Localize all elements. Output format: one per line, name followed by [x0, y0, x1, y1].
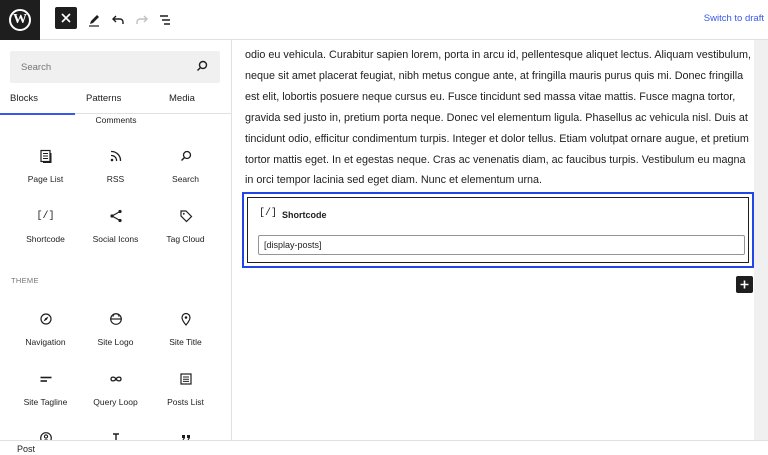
posts-list-icon [179, 373, 192, 385]
pencil-icon [89, 15, 99, 27]
close-inserter-button[interactable] [55, 7, 77, 29]
user-circle-icon [39, 432, 52, 440]
tab-media[interactable]: Media [169, 93, 195, 104]
block-item-label: Tag Cloud [166, 234, 205, 244]
theme-section-heading: THEME [11, 276, 39, 285]
block-item-label: Navigation [25, 337, 66, 347]
block-item-page-list[interactable]: Page List [7, 141, 84, 195]
close-icon [61, 13, 71, 23]
block-item-navigation[interactable]: Navigation [7, 304, 84, 358]
site-logo-icon [109, 313, 122, 325]
tab-patterns[interactable]: Patterns [86, 93, 121, 104]
tools-button[interactable] [82, 8, 106, 32]
page-list-icon [39, 149, 51, 163]
tag-icon [179, 210, 192, 223]
block-item-site-tagline[interactable]: Site Tagline [7, 364, 84, 418]
block-item-shortcode[interactable]: [/] Shortcode [7, 201, 84, 255]
block-item-site-title[interactable]: Site Title [147, 304, 224, 358]
block-item-comments-label[interactable]: Comments [0, 115, 231, 125]
share-icon [109, 209, 122, 223]
shortcode-block[interactable]: [/] Shortcode [242, 192, 754, 268]
search-input[interactable] [10, 51, 190, 83]
block-item-site-logo[interactable]: Site Logo [77, 304, 154, 358]
wordpress-logo-button[interactable]: W [0, 0, 40, 40]
block-item-rss[interactable]: RSS [77, 141, 154, 195]
block-item-label: Shortcode [26, 234, 65, 244]
title-icon [112, 433, 119, 440]
block-item-label: Page List [27, 174, 64, 184]
editor-canvas: odio eu vehicula. Curabitur sapien lorem… [232, 40, 754, 440]
block-item-query-loop[interactable]: Query Loop [77, 364, 154, 418]
inserter-tabs: Blocks Patterns Media [0, 90, 231, 115]
shortcode-icon: [/] [36, 210, 55, 222]
shortcode-input[interactable] [258, 235, 745, 255]
block-item-label: Site Title [169, 337, 202, 347]
redo-icon [136, 15, 148, 24]
block-item-label: Query Loop [93, 397, 138, 407]
plus-icon [740, 280, 749, 289]
block-item-search[interactable]: Search [147, 141, 224, 195]
block-item-label: RSS [106, 174, 125, 184]
undo-icon [112, 15, 124, 24]
wordpress-icon: W [9, 9, 31, 31]
list-view-icon [160, 15, 170, 25]
block-inserter-panel: Blocks Patterns Media Comments Page List… [0, 40, 232, 440]
loop-icon [109, 376, 122, 382]
shortcode-icon: [/] [259, 208, 278, 219]
block-item-posts-list[interactable]: Posts List [147, 364, 224, 418]
shortcode-block-inner: [/] Shortcode [247, 197, 749, 263]
block-item-post-title[interactable] [77, 423, 154, 440]
block-search [10, 51, 220, 83]
block-item-label: Site Tagline [23, 397, 68, 407]
search-icon [180, 150, 191, 161]
search-icon [197, 60, 208, 71]
add-block-button[interactable] [736, 276, 753, 293]
undo-button[interactable] [106, 8, 130, 32]
block-item-label: Search [172, 174, 199, 184]
tab-blocks[interactable]: Blocks [0, 93, 75, 115]
block-item-social-icons[interactable]: Social Icons [77, 201, 154, 255]
redo-button[interactable] [130, 8, 154, 32]
switch-to-draft-button[interactable]: Switch to draft [704, 13, 764, 24]
block-item-login[interactable] [7, 423, 84, 440]
document-overview-button[interactable] [153, 8, 177, 32]
paragraph-block[interactable]: odio eu vehicula. Curabitur sapien lorem… [245, 45, 755, 191]
map-pin-icon [180, 312, 191, 326]
rss-icon [110, 150, 121, 162]
editor-header: W Switch to draft [0, 0, 768, 40]
block-item-post-excerpt[interactable] [147, 423, 224, 440]
quote-icon [181, 435, 190, 440]
block-item-label: Posts List [167, 397, 204, 407]
block-item-tag-cloud[interactable]: Tag Cloud [147, 201, 224, 255]
editor-footer: Post [0, 440, 768, 455]
editor-scrollbar[interactable] [754, 40, 768, 440]
compass-icon [39, 313, 52, 325]
editor-area: odio eu vehicula. Curabitur sapien lorem… [232, 40, 768, 440]
breadcrumb-post[interactable]: Post [17, 444, 35, 454]
tagline-icon [40, 376, 51, 382]
block-item-label: Social Icons [92, 234, 139, 244]
shortcode-block-title: Shortcode [282, 210, 327, 220]
block-item-label: Site Logo [97, 337, 134, 347]
